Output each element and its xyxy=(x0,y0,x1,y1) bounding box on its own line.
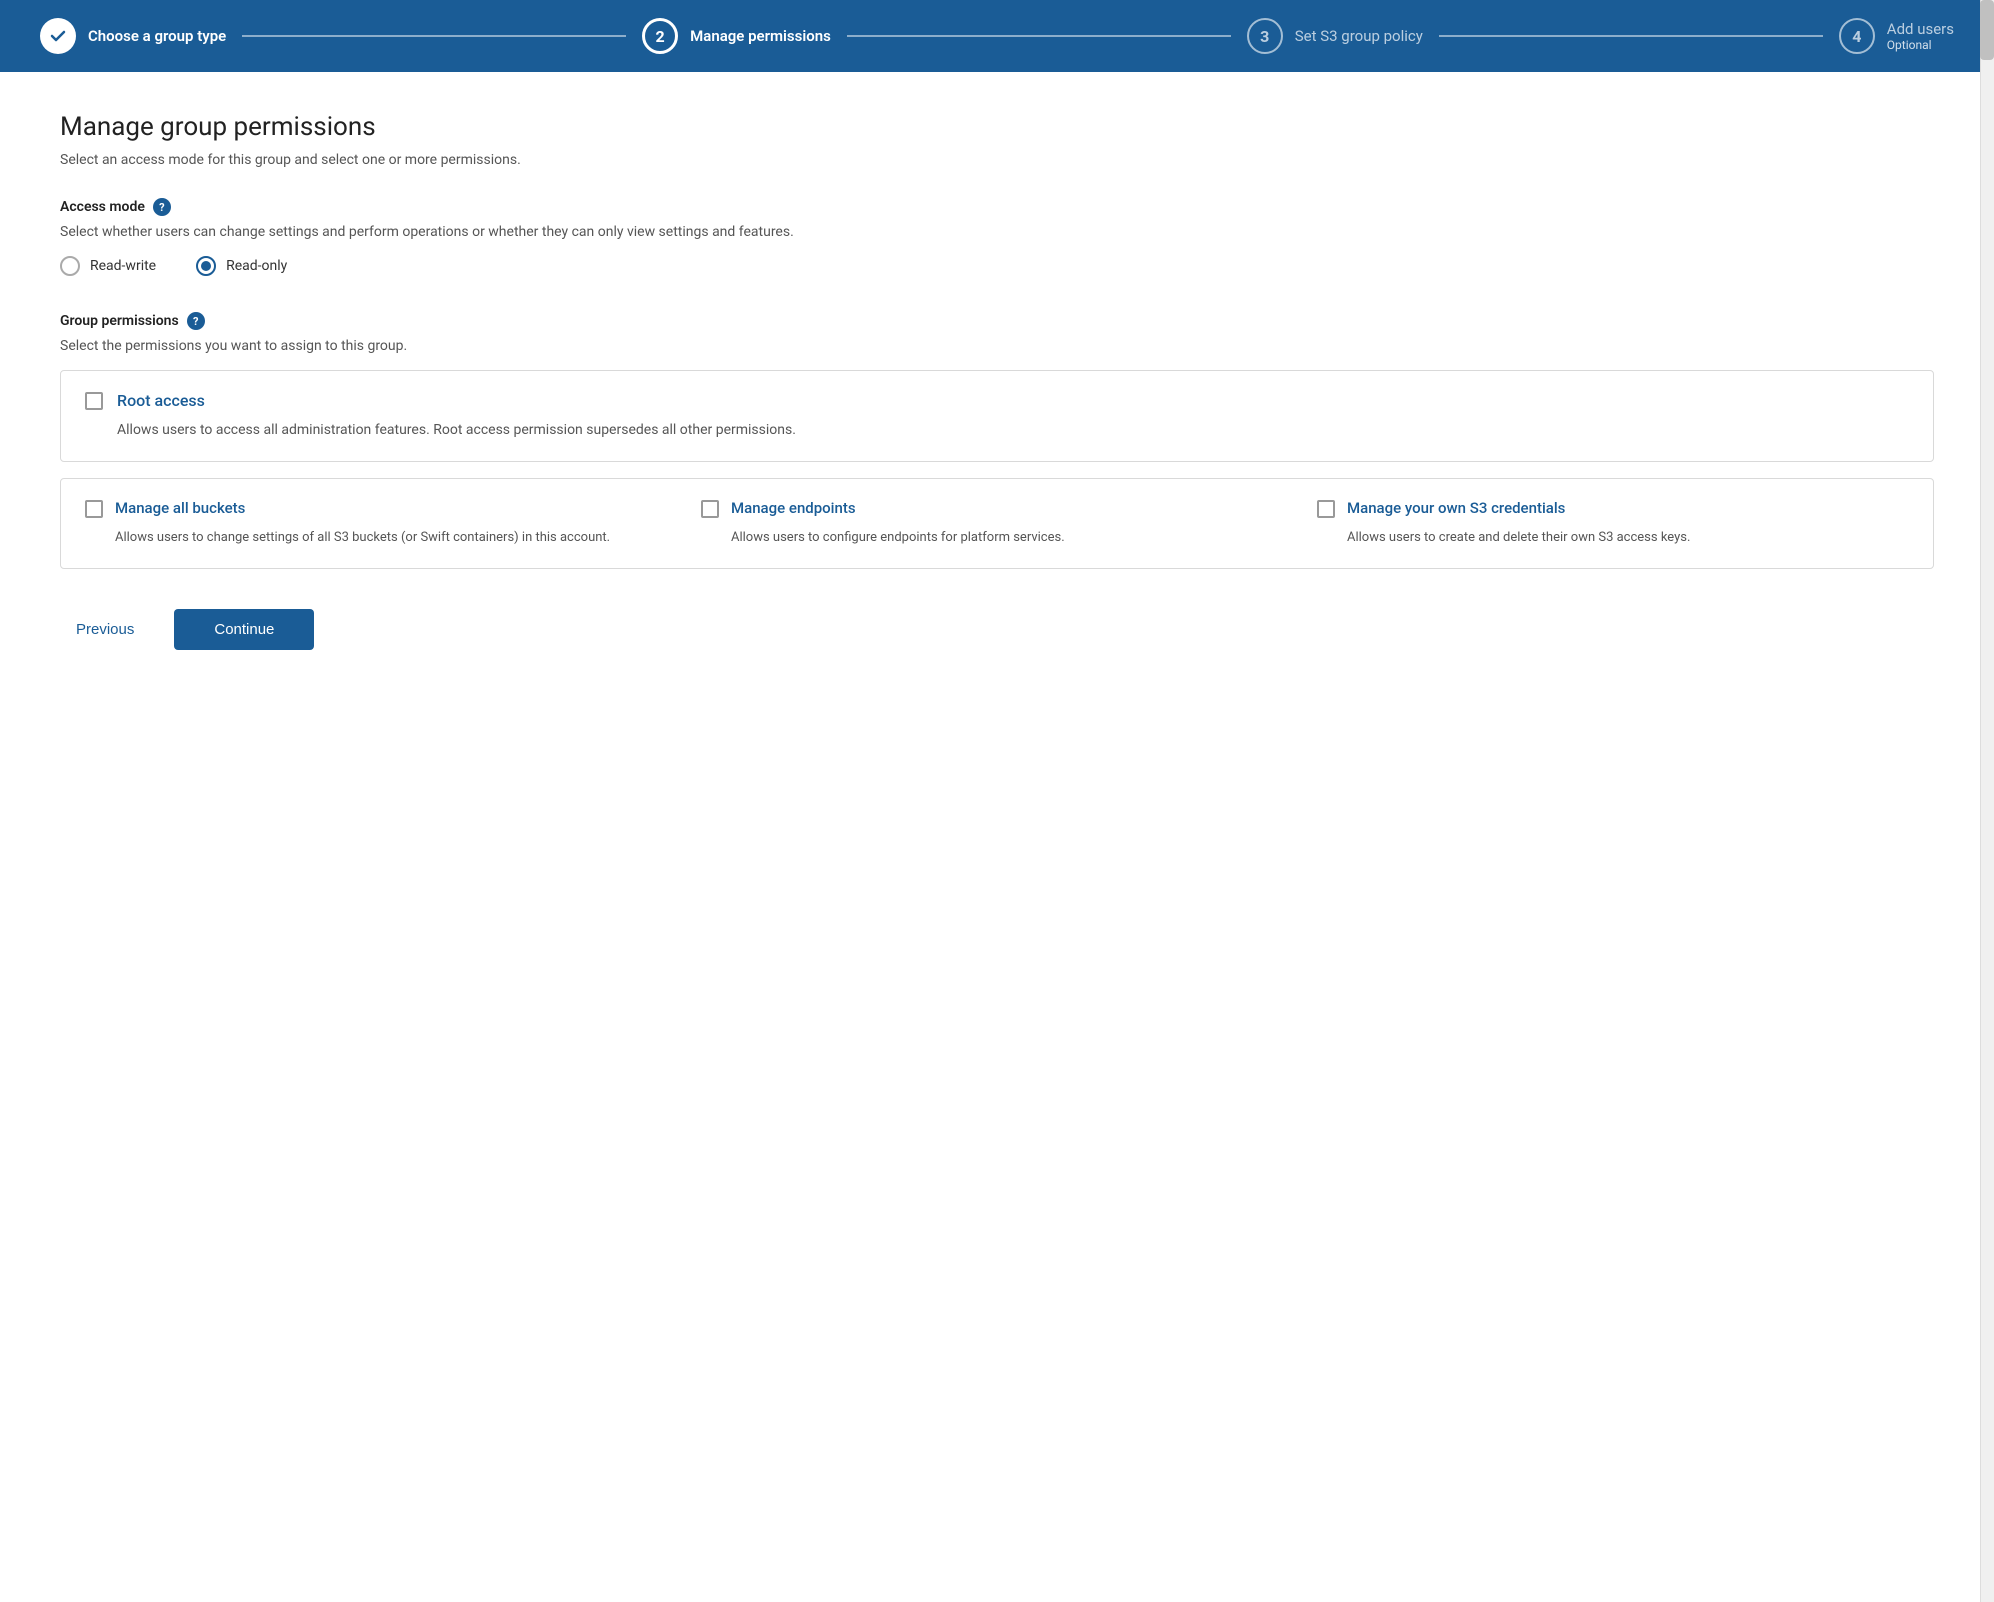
manage-all-buckets-title: Manage all buckets xyxy=(115,499,245,517)
step-4-icon: 4 xyxy=(1839,18,1875,54)
manage-all-buckets-header: Manage all buckets xyxy=(85,499,677,518)
step-1-label: Choose a group type xyxy=(88,27,226,45)
manage-endpoints-checkbox[interactable] xyxy=(701,500,719,518)
group-permissions-help-icon[interactable]: ? xyxy=(187,312,205,330)
step-2-label: Manage permissions xyxy=(690,27,831,45)
access-mode-help-icon[interactable]: ? xyxy=(153,198,171,216)
step-3-title: Set S3 group policy xyxy=(1295,27,1423,45)
manage-own-s3-header: Manage your own S3 credentials xyxy=(1317,499,1909,518)
manage-own-s3-perm: Manage your own S3 credentials Allows us… xyxy=(1317,499,1909,548)
scrollbar[interactable] xyxy=(1980,0,1994,1602)
page-title: Manage group permissions xyxy=(60,112,1934,142)
manage-all-buckets-checkbox[interactable] xyxy=(85,500,103,518)
root-access-title: Root access xyxy=(117,391,205,410)
scrollbar-thumb[interactable] xyxy=(1980,0,1994,60)
group-permissions-description: Select the permissions you want to assig… xyxy=(60,338,1934,354)
manage-endpoints-perm: Manage endpoints Allows users to configu… xyxy=(701,499,1293,548)
step-3-label: Set S3 group policy xyxy=(1295,27,1423,45)
group-permissions-label: Group permissions ? xyxy=(60,312,1934,330)
step-3-icon: 3 xyxy=(1247,18,1283,54)
previous-button[interactable]: Previous xyxy=(60,611,150,648)
step-4-label: Add users Optional xyxy=(1887,20,1954,52)
root-access-checkbox[interactable] xyxy=(85,392,103,410)
footer-actions: Previous Continue xyxy=(60,609,1934,690)
page-description: Select an access mode for this group and… xyxy=(60,152,1934,168)
step-1-title: Choose a group type xyxy=(88,27,226,45)
step-4-subtitle: Optional xyxy=(1887,38,1954,52)
manage-endpoints-header: Manage endpoints xyxy=(701,499,1293,518)
connector-3-4 xyxy=(1439,35,1823,37)
radio-read-write-label: Read-write xyxy=(90,258,156,274)
multi-permission-card: Manage all buckets Allows users to chang… xyxy=(60,478,1934,569)
manage-own-s3-checkbox[interactable] xyxy=(1317,500,1335,518)
step-choose-group-type[interactable]: Choose a group type xyxy=(40,18,226,54)
main-content: Manage group permissions Select an acces… xyxy=(0,72,1994,730)
connector-2-3 xyxy=(847,35,1231,37)
wizard-container: Choose a group type 2 Manage permissions… xyxy=(0,0,1994,1602)
manage-all-buckets-desc: Allows users to change settings of all S… xyxy=(115,528,677,548)
step-add-users[interactable]: 4 Add users Optional xyxy=(1839,18,1954,54)
manage-endpoints-title: Manage endpoints xyxy=(731,499,856,517)
access-mode-description: Select whether users can change settings… xyxy=(60,224,1934,240)
step-set-s3-group-policy[interactable]: 3 Set S3 group policy xyxy=(1247,18,1423,54)
step-2-icon: 2 xyxy=(642,18,678,54)
step-1-icon xyxy=(40,18,76,54)
root-access-header: Root access xyxy=(85,391,1909,410)
manage-endpoints-desc: Allows users to configure endpoints for … xyxy=(731,528,1293,548)
manage-own-s3-title: Manage your own S3 credentials xyxy=(1347,499,1565,517)
access-mode-radio-group: Read-write Read-only xyxy=(60,256,1934,276)
connector-1-2 xyxy=(242,35,626,37)
step-4-title: Add users xyxy=(1887,20,1954,38)
radio-read-write-circle[interactable] xyxy=(60,256,80,276)
radio-read-write[interactable]: Read-write xyxy=(60,256,156,276)
access-mode-section-label: Access mode ? xyxy=(60,198,1934,216)
manage-own-s3-desc: Allows users to create and delete their … xyxy=(1347,528,1909,548)
radio-read-only-label: Read-only xyxy=(226,258,287,274)
permissions-grid: Manage all buckets Allows users to chang… xyxy=(85,499,1909,548)
root-access-card: Root access Allows users to access all a… xyxy=(60,370,1934,462)
step-manage-permissions[interactable]: 2 Manage permissions xyxy=(642,18,831,54)
step-2-title: Manage permissions xyxy=(690,27,831,45)
manage-all-buckets-perm: Manage all buckets Allows users to chang… xyxy=(85,499,677,548)
root-access-description: Allows users to access all administratio… xyxy=(117,420,1909,441)
radio-read-only-circle[interactable] xyxy=(196,256,216,276)
wizard-header: Choose a group type 2 Manage permissions… xyxy=(0,0,1994,72)
continue-button[interactable]: Continue xyxy=(174,609,314,650)
radio-read-only[interactable]: Read-only xyxy=(196,256,287,276)
